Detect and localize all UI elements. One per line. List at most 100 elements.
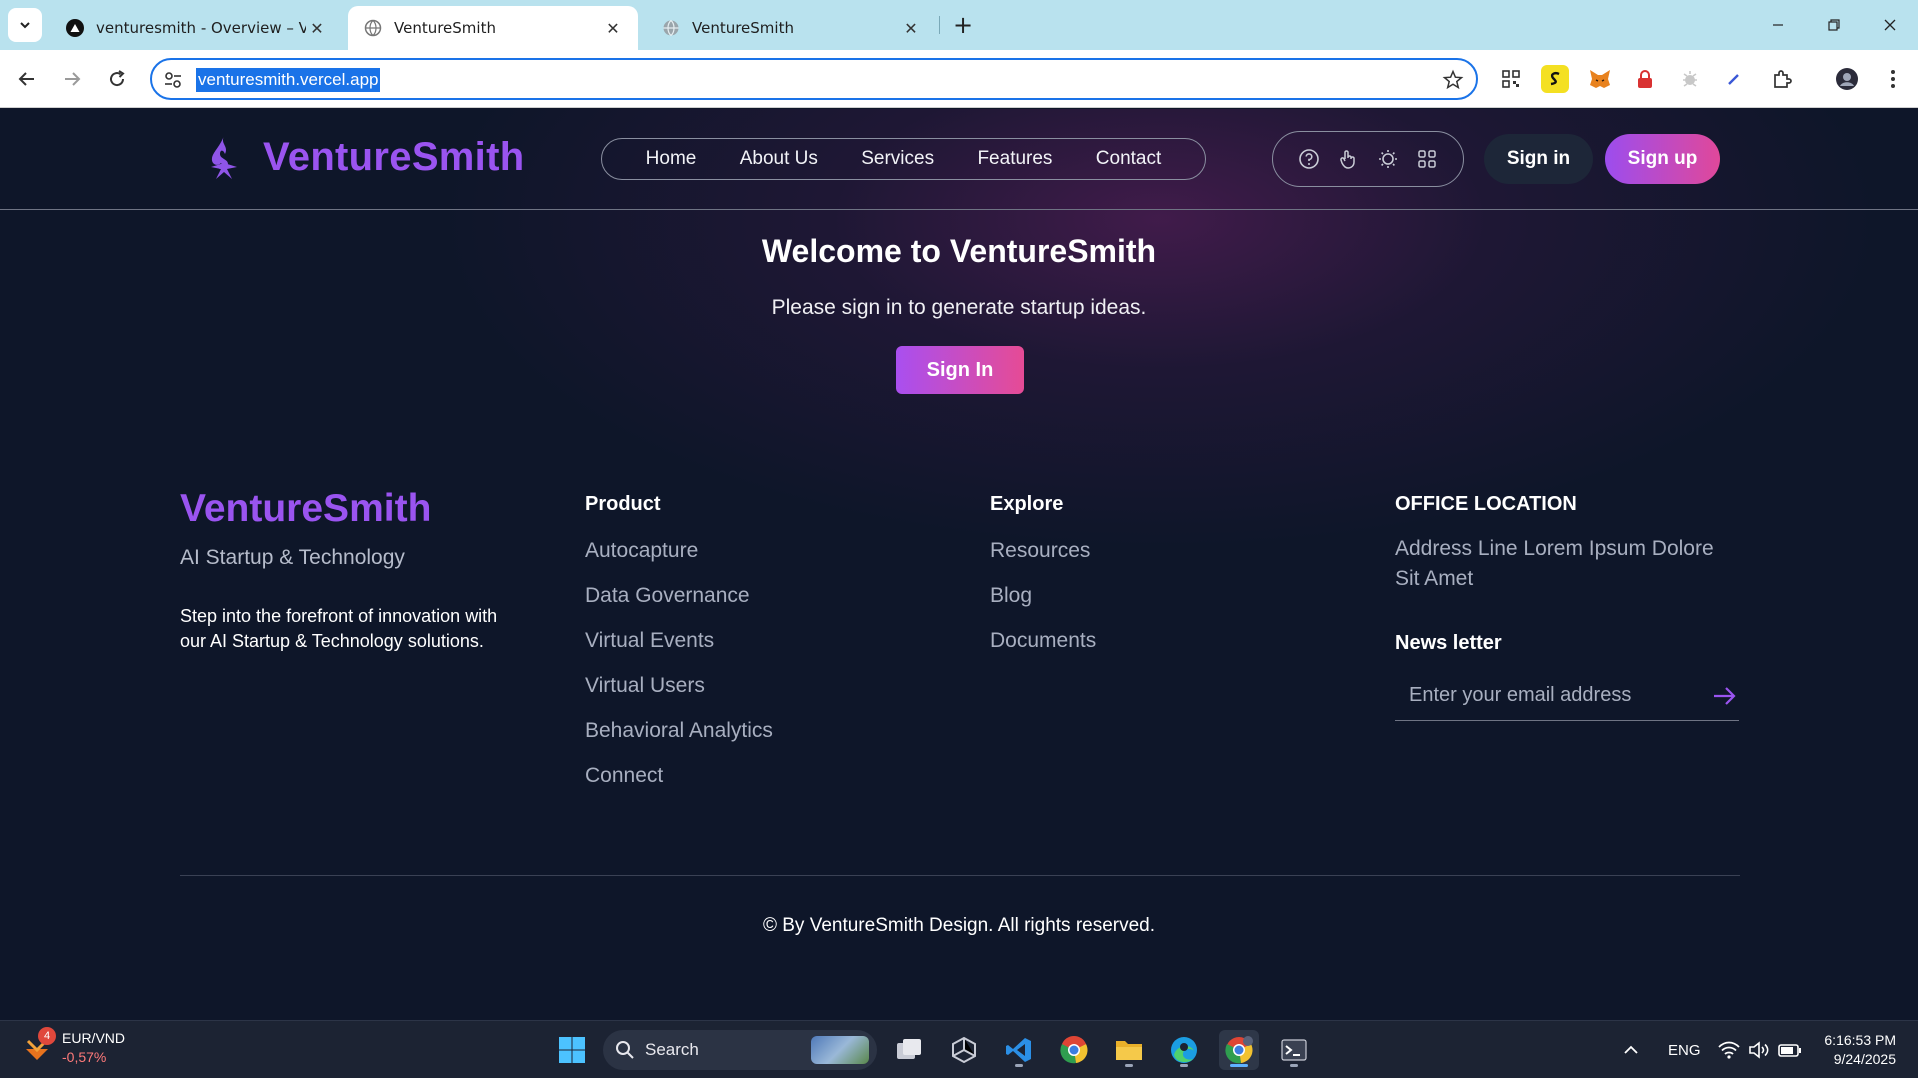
- task-view-icon[interactable]: [889, 1030, 929, 1070]
- footer-description: Step into the forefront of innovation wi…: [180, 606, 498, 651]
- minimize-icon[interactable]: [1750, 0, 1806, 50]
- language-indicator[interactable]: ENG: [1668, 1021, 1701, 1078]
- chevron-down-icon: [20, 22, 30, 29]
- widget-change: -0,57%: [62, 1049, 107, 1065]
- hero-subtitle: Please sign in to generate startup ideas…: [771, 296, 1147, 319]
- nav-services[interactable]: Services: [861, 148, 934, 170]
- nav-about-us[interactable]: About Us: [740, 148, 818, 170]
- apps-grid-icon[interactable]: [1415, 147, 1439, 171]
- sign-in-button[interactable]: Sign in: [1484, 134, 1593, 184]
- close-window-icon[interactable]: [1862, 0, 1918, 50]
- header-icon-group: [1272, 131, 1464, 187]
- site-header: VentureSmith Home About Us Services Feat…: [0, 109, 1918, 210]
- tab-venturesmith-active[interactable]: VentureSmith ✕: [348, 6, 638, 50]
- footer-link-autocapture[interactable]: Autocapture: [585, 539, 773, 584]
- globe-icon: [364, 19, 382, 37]
- tab-search-button[interactable]: [8, 8, 42, 42]
- footer-brand[interactable]: VentureSmith: [180, 487, 431, 531]
- browser-menu-icon[interactable]: [1879, 65, 1907, 93]
- bug-extension-icon[interactable]: [1676, 65, 1704, 93]
- flame-logo-icon: [211, 136, 237, 179]
- footer-link-connect[interactable]: Connect: [585, 764, 773, 809]
- running-indicator: [1290, 1064, 1298, 1067]
- reload-icon[interactable]: [100, 62, 134, 96]
- help-circle-icon[interactable]: [1297, 147, 1321, 171]
- clock-time: 6:16:53 PM: [1824, 1032, 1896, 1048]
- footer-link-documents[interactable]: Documents: [990, 629, 1096, 674]
- file-explorer-icon[interactable]: [1109, 1030, 1149, 1070]
- globe-icon: [662, 19, 680, 37]
- newsletter-heading: News letter: [1395, 632, 1502, 654]
- windows-taskbar: 4 EUR/VND -0,57% Search ENG 6:16:53 PM 9…: [0, 1020, 1918, 1078]
- unity-app-icon[interactable]: [944, 1030, 984, 1070]
- hero-sign-in-button[interactable]: Sign In: [896, 346, 1024, 394]
- terminal-icon[interactable]: [1274, 1030, 1314, 1070]
- volume-icon[interactable]: [1748, 1021, 1770, 1078]
- footer-product-heading: Product: [585, 493, 661, 515]
- tab-venturesmith[interactable]: VentureSmith ✕: [646, 6, 936, 50]
- site-logo[interactable]: VentureSmith: [205, 131, 524, 183]
- footer-address: Address Line Lorem Ipsum Dolore Sit Amet: [1395, 537, 1714, 590]
- metamask-fox-icon[interactable]: [1586, 65, 1614, 93]
- s-extension-icon[interactable]: [1541, 65, 1569, 93]
- battery-icon[interactable]: [1778, 1021, 1802, 1078]
- wifi-icon[interactable]: [1718, 1021, 1740, 1078]
- tab-title: venturesmith - Overview – Vercel: [96, 19, 306, 37]
- close-tab-icon[interactable]: ✕: [900, 17, 922, 39]
- qr-extension-icon[interactable]: [1497, 65, 1525, 93]
- windows-start-icon[interactable]: [552, 1030, 592, 1070]
- chrome-icon[interactable]: [1054, 1030, 1094, 1070]
- system-clock[interactable]: 6:16:53 PM 9/24/2025: [1824, 1031, 1896, 1069]
- edge-icon[interactable]: [1164, 1030, 1204, 1070]
- nav-features[interactable]: Features: [977, 148, 1052, 170]
- running-indicator: [1015, 1064, 1023, 1067]
- tab-title: VentureSmith: [692, 19, 794, 37]
- sign-up-button[interactable]: Sign up: [1605, 134, 1720, 184]
- profile-avatar-icon[interactable]: [1833, 65, 1861, 93]
- widget-badge: 4: [38, 1027, 56, 1045]
- close-tab-icon[interactable]: ✕: [306, 17, 328, 39]
- forward-arrow-icon[interactable]: [55, 62, 89, 96]
- url-text[interactable]: venturesmith.vercel.app: [196, 68, 381, 92]
- web-page: VentureSmith Home About Us Services Feat…: [0, 109, 1918, 1020]
- footer-link-virtual-users[interactable]: Virtual Users: [585, 674, 773, 719]
- footer-copyright: © By VentureSmith Design. All rights res…: [762, 915, 1156, 936]
- site-settings-icon[interactable]: [162, 69, 184, 91]
- currency-widget[interactable]: 4 EUR/VND -0,57%: [22, 1027, 125, 1067]
- red-lock-extension-icon[interactable]: [1631, 65, 1659, 93]
- theme-sun-icon[interactable]: [1376, 147, 1400, 171]
- newsletter-email-input[interactable]: [1395, 675, 1695, 715]
- nav-contact[interactable]: Contact: [1096, 148, 1161, 170]
- footer-link-data-governance[interactable]: Data Governance: [585, 584, 773, 629]
- show-hidden-icons-chevron-icon[interactable]: [1622, 1021, 1640, 1078]
- restore-icon[interactable]: [1806, 0, 1862, 50]
- running-indicator: [1125, 1064, 1133, 1067]
- arrow-right-icon[interactable]: [1709, 681, 1739, 711]
- address-bar[interactable]: venturesmith.vercel.app: [150, 58, 1478, 100]
- footer-office-heading: OFFICE LOCATION: [1395, 493, 1577, 515]
- bookmark-star-icon[interactable]: [1442, 69, 1464, 91]
- tab-title: VentureSmith: [394, 19, 496, 37]
- extensions-puzzle-icon[interactable]: [1768, 65, 1796, 93]
- footer-explore-column: Explore Resources Blog Documents: [990, 493, 1096, 674]
- footer-link-blog[interactable]: Blog: [990, 584, 1096, 629]
- footer-link-virtual-events[interactable]: Virtual Events: [585, 629, 773, 674]
- back-arrow-icon[interactable]: [10, 62, 44, 96]
- taskbar-search[interactable]: Search: [603, 1030, 877, 1070]
- pen-extension-icon[interactable]: [1720, 65, 1748, 93]
- footer-link-resources[interactable]: Resources: [990, 539, 1096, 584]
- chrome-profile-icon[interactable]: [1219, 1030, 1259, 1070]
- main-nav: Home About Us Services Features Contact: [601, 138, 1206, 180]
- new-tab-icon[interactable]: +: [948, 10, 978, 40]
- tab-vercel[interactable]: venturesmith - Overview – Vercel ✕: [50, 6, 342, 50]
- chart-widget-icon: 4: [22, 1027, 56, 1063]
- nav-home[interactable]: Home: [646, 148, 697, 170]
- close-tab-icon[interactable]: ✕: [602, 17, 624, 39]
- hand-pointer-icon[interactable]: [1336, 147, 1360, 171]
- vscode-icon[interactable]: [999, 1030, 1039, 1070]
- footer-product-column: Product Autocapture Data Governance Virt…: [585, 493, 773, 809]
- vercel-triangle-icon: [66, 19, 84, 37]
- browser-toolbar: venturesmith.vercel.app: [0, 50, 1918, 108]
- footer-link-behavioral-analytics[interactable]: Behavioral Analytics: [585, 719, 773, 764]
- search-icon: [616, 1041, 634, 1059]
